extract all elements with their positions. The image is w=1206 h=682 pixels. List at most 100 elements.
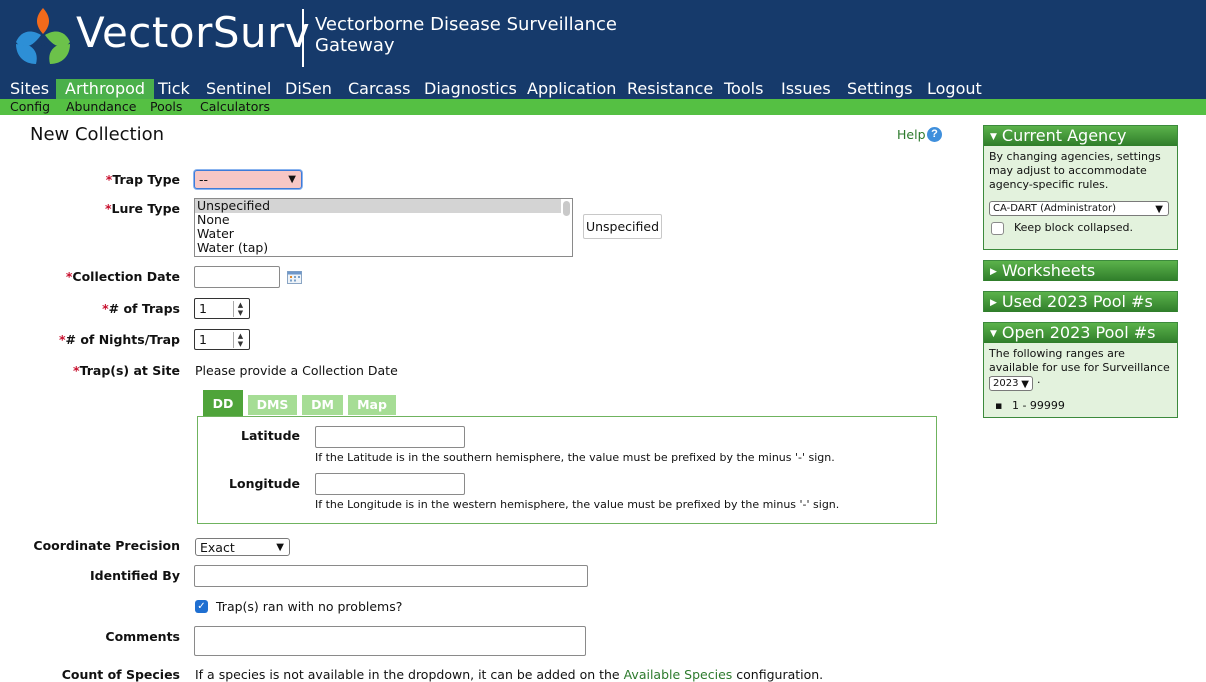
vectorsurv-logo-icon [16,8,70,64]
keep-collapsed-checkbox[interactable] [991,222,1004,235]
pool-year-select[interactable]: 2023 ▼ [989,376,1033,391]
nav-sentinel[interactable]: Sentinel [197,79,280,99]
triangle-right-icon: ▶ [990,298,997,308]
current-agency-panel: ▼ Current Agency By changing agencies, se… [983,125,1178,250]
pool-range: 1 - 99999 [1011,399,1065,412]
longitude-label: Longitude [229,476,300,491]
latitude-label: Latitude [241,428,300,443]
worksheets-panel: ▶ Worksheets [983,260,1178,281]
num-traps-label: *# of Traps [30,301,180,316]
open-pools-header[interactable]: ▼ Open 2023 Pool #s [984,323,1177,343]
comments-textarea[interactable] [194,626,586,656]
nav-carcass[interactable]: Carcass [339,79,419,99]
chevron-down-icon: ▼ [1155,204,1163,215]
help-icon[interactable]: ? [927,127,942,142]
calendar-icon[interactable] [287,270,302,284]
longitude-hint: If the Longitude is in the western hemis… [315,498,840,511]
trap-type-select[interactable]: -- ▼ [194,170,302,189]
tab-dm[interactable]: DM [302,395,343,415]
page-title: New Collection [30,124,165,145]
nav-tick[interactable]: Tick [149,79,199,99]
num-traps-label-text: # of Traps [108,301,180,316]
collection-date-label: *Collection Date [30,269,180,284]
used-pools-title: Used 2023 Pool #s [1001,292,1153,311]
agency-value: CA-DART (Administrator) [993,203,1117,214]
trap-type-label: *Trap Type [60,172,180,187]
nav-disen[interactable]: DiSen [276,79,341,99]
agency-select[interactable]: CA-DART (Administrator) ▼ [989,201,1169,216]
collection-date-input[interactable] [194,266,280,288]
stepper-arrows-icon[interactable]: ▲ ▼ [233,301,247,317]
nav-arthropod[interactable]: Arthropod [56,79,155,99]
coordinate-precision-select[interactable]: Exact ▼ [195,538,290,556]
check-icon: ✓ [197,601,206,612]
year-dot: · [1037,376,1041,389]
nav-resistance[interactable]: Resistance [618,79,722,99]
nav-settings[interactable]: Settings [838,79,922,99]
identified-by-label: Identified By [90,568,180,583]
num-nights-stepper[interactable]: 1 ▲ ▼ [194,329,250,350]
num-nights-label: *# of Nights/Trap [30,332,180,347]
gateway-line-1: Vectorborne Disease Surveillance [315,14,617,35]
trap-ok-checkbox[interactable]: ✓ [195,600,208,613]
lure-option-none[interactable]: None [195,213,572,227]
current-agency-body: By changing agencies, settings may adjus… [984,146,1177,196]
lure-option-water-tap[interactable]: Water (tap) [195,241,572,255]
lure-type-listbox[interactable]: Unspecified None Water Water (tap) [194,198,573,257]
stepper-arrows-icon[interactable]: ▲ ▼ [233,332,247,348]
pool-range-item: ▪ 1 - 99999 [995,399,1065,412]
worksheets-header[interactable]: ▶ Worksheets [984,261,1177,281]
latitude-input[interactable] [315,426,465,448]
num-nights-label-text: # of Nights/Trap [65,332,180,347]
keep-collapsed-label: Keep block collapsed. [1014,221,1133,234]
lure-option-water[interactable]: Water [195,227,572,241]
help-link[interactable]: Help [897,127,926,142]
nav-sites[interactable]: Sites [1,79,58,99]
latitude-hint: If the Latitude is in the southern hemis… [315,451,835,464]
header-divider [302,9,304,67]
gateway-line-2: Gateway [315,35,395,56]
current-agency-title: Current Agency [1001,126,1127,145]
used-pools-header[interactable]: ▶ Used 2023 Pool #s [984,292,1177,312]
nav-diagnostics[interactable]: Diagnostics [415,79,526,99]
worksheets-title: Worksheets [1001,261,1096,280]
trap-ok-label: Trap(s) ran with no problems? [216,599,403,614]
current-agency-desc: By changing agencies, settings may adjus… [989,150,1161,191]
gateway-title: Vectorborne Disease Surveillance Gateway [315,14,617,56]
nav-tools[interactable]: Tools [715,79,772,99]
chevron-down-icon: ▼ [1021,379,1029,390]
open-pools-title: Open 2023 Pool #s [1001,323,1156,342]
traps-at-site-label: *Trap(s) at Site [30,363,180,378]
num-traps-stepper[interactable]: 1 ▲ ▼ [194,298,250,319]
identified-by-input[interactable] [194,565,588,587]
traps-at-site-label-text: Trap(s) at Site [79,363,180,378]
nav-application[interactable]: Application [518,79,625,99]
collection-date-label-text: Collection Date [72,269,180,284]
triangle-down-icon: ▼ [990,132,997,142]
trap-type-label-text: Trap Type [112,172,180,187]
longitude-input[interactable] [315,473,465,495]
tab-dd[interactable]: DD [203,390,243,417]
comments-label: Comments [105,629,180,644]
chevron-down-icon: ▼ [288,174,296,185]
subnav-abundance[interactable]: Abundance [66,99,136,115]
trap-type-value: -- [199,172,209,187]
subnav-config[interactable]: Config [10,99,50,115]
subnav-pools[interactable]: Pools [150,99,182,115]
nav-issues[interactable]: Issues [772,79,840,99]
listbox-scrollbar[interactable] [563,201,570,216]
num-nights-value: 1 [199,332,207,347]
coordinate-precision-value: Exact [200,540,235,555]
lure-option-unspecified[interactable]: Unspecified [195,199,561,213]
coordinate-precision-label: Coordinate Precision [33,538,180,553]
subnav-calculators[interactable]: Calculators [200,99,270,115]
num-traps-value: 1 [199,301,207,316]
tab-dms[interactable]: DMS [248,395,297,415]
chevron-down-icon: ▼ [276,542,284,553]
lure-selected-display[interactable]: Unspecified [583,214,662,239]
triangle-right-icon: ▶ [990,267,997,277]
tab-map[interactable]: Map [348,395,396,415]
current-agency-header[interactable]: ▼ Current Agency [984,126,1177,146]
nav-logout[interactable]: Logout [918,79,991,99]
used-pools-panel: ▶ Used 2023 Pool #s [983,291,1178,312]
